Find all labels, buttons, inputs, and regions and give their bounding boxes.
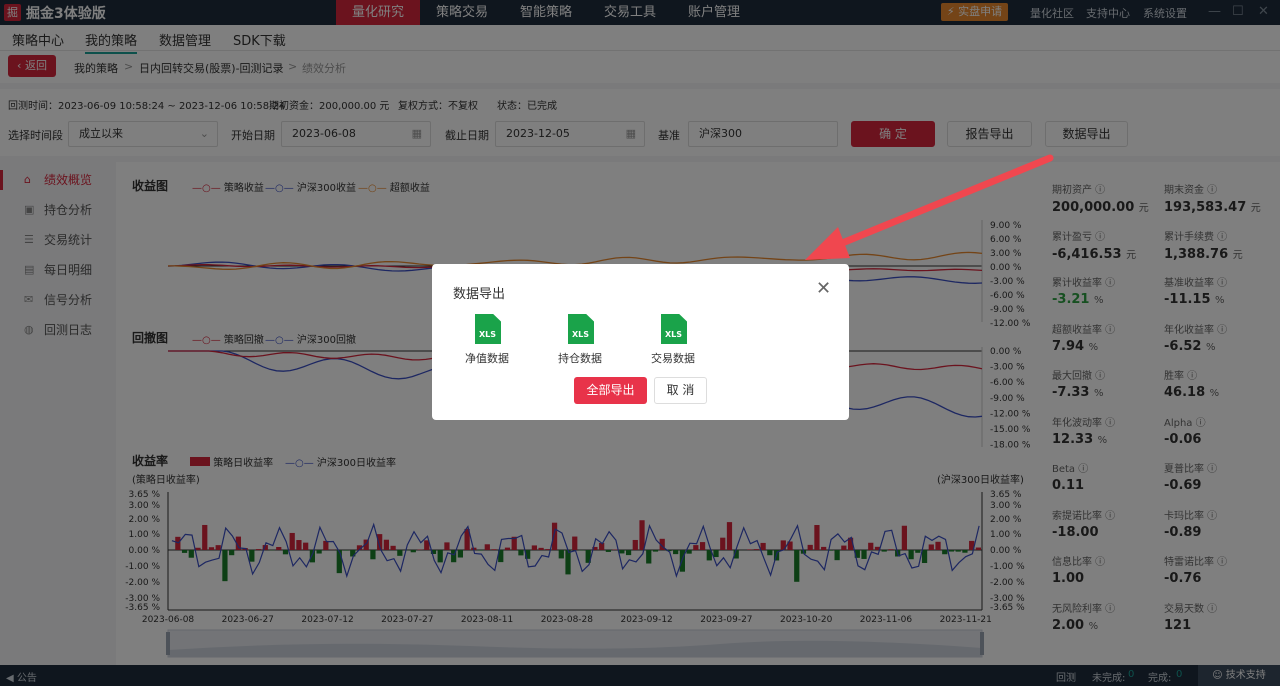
annotation-arrow	[805, 154, 1054, 260]
